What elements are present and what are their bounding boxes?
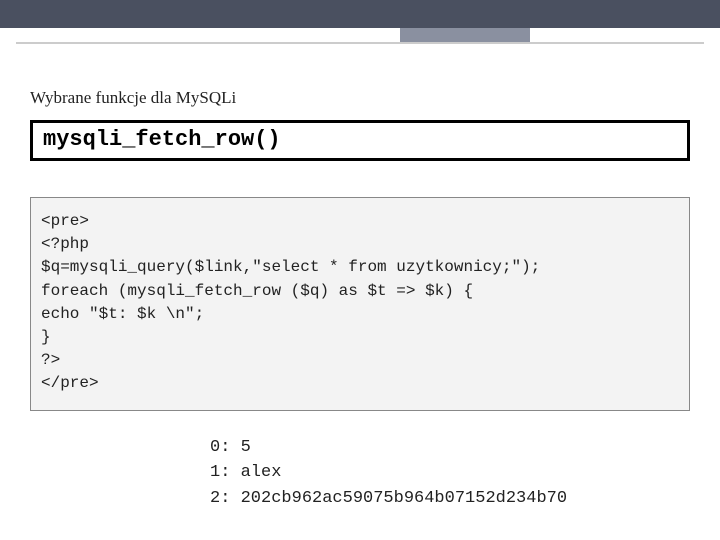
function-name: mysqli_fetch_row() [43, 127, 281, 152]
function-name-box: mysqli_fetch_row() [30, 120, 690, 161]
slide-content: Wybrane funkcje dla MySQLi mysqli_fetch_… [0, 28, 720, 511]
output-block: 0: 5 1: alex 2: 202cb962ac59075b964b0715… [210, 435, 690, 512]
slide-accent-block [400, 28, 530, 42]
code-block: <pre> <?php $q=mysqli_query($link,"selec… [30, 197, 690, 411]
slide-top-bar [0, 0, 720, 28]
slide-divider [16, 42, 704, 44]
section-label: Wybrane funkcje dla MySQLi [30, 88, 690, 108]
